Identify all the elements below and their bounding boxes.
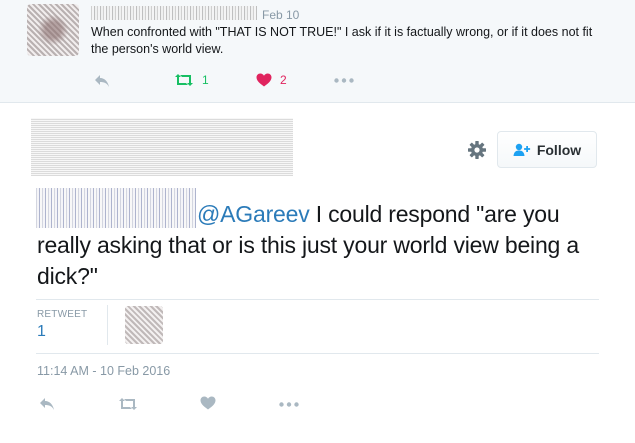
- author-header-redacted[interactable]: [31, 118, 293, 176]
- retweet-icon: [119, 398, 137, 410]
- parent-author-avatar[interactable]: [27, 4, 79, 56]
- parent-author-name-redacted: [91, 6, 257, 20]
- settings-button[interactable]: [467, 140, 487, 160]
- parent-tweet[interactable]: Feb 10 When confronted with "THAT IS NOT…: [0, 0, 635, 103]
- retweet-icon: [175, 74, 193, 86]
- stats-bottom-divider: [36, 353, 599, 354]
- follow-button[interactable]: Follow: [497, 131, 597, 168]
- stats-separator: [107, 305, 108, 345]
- reply-icon: [40, 398, 54, 410]
- retweet-stat-count[interactable]: 1: [37, 323, 46, 341]
- more-icon: [334, 78, 354, 83]
- parent-reply-button[interactable]: [94, 74, 110, 88]
- mention-link[interactable]: @AGareev: [197, 201, 310, 227]
- parent-retweet-count: 1: [202, 73, 209, 87]
- settings-gear-icon: [468, 141, 486, 159]
- heart-icon: [256, 73, 272, 87]
- parent-retweet-button[interactable]: 1: [174, 73, 209, 87]
- reply-icon: [95, 75, 109, 87]
- reply-button[interactable]: [39, 397, 55, 411]
- follow-button-label: Follow: [536, 141, 582, 158]
- heart-icon: [200, 396, 216, 410]
- more-button[interactable]: [279, 402, 299, 407]
- tweet-text: @AGareev I could respond "are you really…: [37, 199, 617, 292]
- follow-person-icon: [513, 143, 530, 156]
- parent-more-button[interactable]: [334, 78, 354, 83]
- retweeter-avatar[interactable]: [125, 306, 163, 344]
- more-icon: [279, 402, 299, 407]
- like-button[interactable]: [200, 396, 216, 410]
- reply-context-redacted: [37, 205, 197, 227]
- parent-like-count: 2: [280, 73, 287, 87]
- parent-tweet-text: When confronted with "THAT IS NOT TRUE!"…: [91, 25, 593, 56]
- stats-top-divider: [36, 299, 599, 300]
- parent-tweet-date[interactable]: Feb 10: [262, 8, 299, 22]
- parent-like-button[interactable]: 2: [256, 73, 287, 87]
- retweet-button[interactable]: [118, 397, 138, 411]
- retweet-stat-label[interactable]: RETWEET: [37, 309, 87, 320]
- tweet-timestamp[interactable]: 11:14 AM - 10 Feb 2016: [37, 364, 170, 378]
